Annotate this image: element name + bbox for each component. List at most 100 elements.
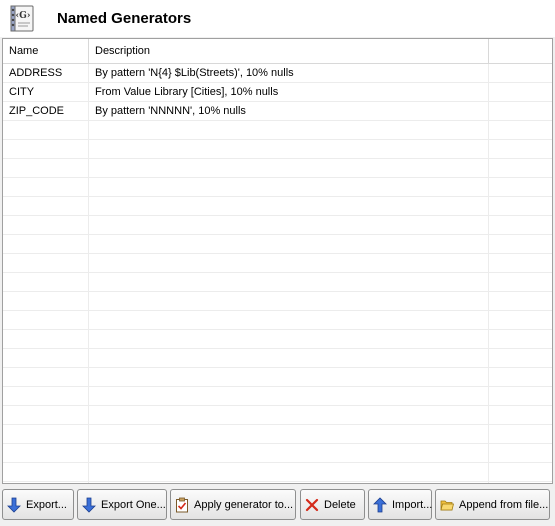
export-label: Export...: [26, 498, 67, 511]
empty-cell: [3, 292, 89, 310]
empty-cell: [3, 463, 89, 481]
empty-cell: [3, 425, 89, 443]
empty-row: [3, 463, 552, 482]
generator-book-icon: ‹G›: [10, 5, 34, 32]
empty-cell: [489, 178, 552, 196]
empty-cell: [489, 425, 552, 443]
empty-cell: [89, 292, 489, 310]
cell-filler: [489, 83, 552, 101]
empty-cell: [89, 330, 489, 348]
cell-description: From Value Library [Cities], 10% nulls: [89, 83, 489, 101]
cell-name: CITY: [3, 83, 89, 101]
title-bar: ‹G› Named Generators: [0, 0, 555, 37]
empty-cell: [89, 387, 489, 405]
column-header-name[interactable]: Name: [3, 39, 89, 63]
empty-cell: [89, 425, 489, 443]
empty-cell: [89, 178, 489, 196]
table-row[interactable]: CITY From Value Library [Cities], 10% nu…: [3, 83, 552, 102]
empty-cell: [3, 216, 89, 234]
export-one-button[interactable]: Export One...: [77, 489, 167, 520]
empty-row: [3, 254, 552, 273]
empty-cell: [489, 330, 552, 348]
empty-cell: [489, 368, 552, 386]
empty-row: [3, 444, 552, 463]
empty-cell: [489, 482, 552, 483]
empty-cell: [3, 311, 89, 329]
table-row[interactable]: ZIP_CODE By pattern 'NNNNN', 10% nulls: [3, 102, 552, 121]
clipboard-check-icon: [176, 497, 188, 512]
empty-cell: [489, 444, 552, 462]
empty-cell: [3, 235, 89, 253]
column-header-description[interactable]: Description: [89, 39, 489, 63]
empty-row: [3, 197, 552, 216]
empty-row: [3, 121, 552, 140]
empty-cell: [489, 463, 552, 481]
empty-cell: [489, 273, 552, 291]
cell-filler: [489, 64, 552, 82]
empty-cell: [89, 406, 489, 424]
empty-cell: [89, 216, 489, 234]
empty-row: [3, 311, 552, 330]
cell-description: By pattern 'N{4} $Lib(Streets)', 10% nul…: [89, 64, 489, 82]
import-label: Import...: [392, 498, 433, 511]
empty-cell: [89, 140, 489, 158]
empty-cell: [3, 444, 89, 462]
empty-cell: [489, 159, 552, 177]
svg-text:‹G›: ‹G›: [16, 11, 31, 21]
empty-cell: [489, 292, 552, 310]
button-toolbar: Export... Export One... Apply generator …: [0, 489, 555, 523]
empty-row: [3, 235, 552, 254]
empty-cell: [3, 254, 89, 272]
empty-row: [3, 216, 552, 235]
export-button[interactable]: Export...: [2, 489, 74, 520]
delete-label: Delete: [324, 498, 356, 511]
empty-row: [3, 482, 552, 483]
apply-generator-label: Apply generator to...: [194, 498, 294, 511]
empty-row: [3, 273, 552, 292]
empty-cell: [89, 311, 489, 329]
empty-row: [3, 387, 552, 406]
arrow-down-icon: [7, 497, 21, 513]
export-one-label: Export One...: [101, 498, 166, 511]
empty-cell: [89, 349, 489, 367]
empty-row: [3, 159, 552, 178]
empty-cell: [3, 482, 89, 483]
cell-description: By pattern 'NNNNN', 10% nulls: [89, 102, 489, 120]
empty-cell: [3, 330, 89, 348]
empty-cell: [489, 387, 552, 405]
empty-cell: [89, 368, 489, 386]
append-from-file-button[interactable]: Append from file...: [435, 489, 550, 520]
empty-cell: [3, 349, 89, 367]
empty-cell: [89, 444, 489, 462]
empty-cell: [3, 140, 89, 158]
cell-name: ZIP_CODE: [3, 102, 89, 120]
generators-table[interactable]: Name Description ADDRESS By pattern 'N{4…: [2, 38, 553, 484]
empty-row: [3, 140, 552, 159]
folder-open-icon: [440, 500, 454, 510]
empty-cell: [489, 140, 552, 158]
empty-row: [3, 368, 552, 387]
empty-cell: [89, 197, 489, 215]
empty-cell: [489, 406, 552, 424]
empty-cell: [3, 273, 89, 291]
empty-cell: [89, 273, 489, 291]
empty-cell: [3, 121, 89, 139]
empty-row: [3, 406, 552, 425]
table-row[interactable]: ADDRESS By pattern 'N{4} $Lib(Streets)',…: [3, 64, 552, 83]
cell-name: ADDRESS: [3, 64, 89, 82]
empty-cell: [89, 463, 489, 481]
empty-cell: [89, 254, 489, 272]
delete-button[interactable]: Delete: [300, 489, 365, 520]
empty-cell: [3, 178, 89, 196]
delete-x-icon: [305, 498, 319, 511]
arrow-down-icon: [82, 497, 96, 513]
apply-generator-button[interactable]: Apply generator to...: [170, 489, 296, 520]
arrow-up-icon: [373, 496, 387, 512]
table-header: Name Description: [3, 39, 552, 64]
empty-row: [3, 178, 552, 197]
empty-row: [3, 330, 552, 349]
import-button[interactable]: Import...: [368, 489, 432, 520]
empty-row: [3, 349, 552, 368]
table-body: ADDRESS By pattern 'N{4} $Lib(Streets)',…: [3, 64, 552, 483]
empty-cell: [3, 406, 89, 424]
